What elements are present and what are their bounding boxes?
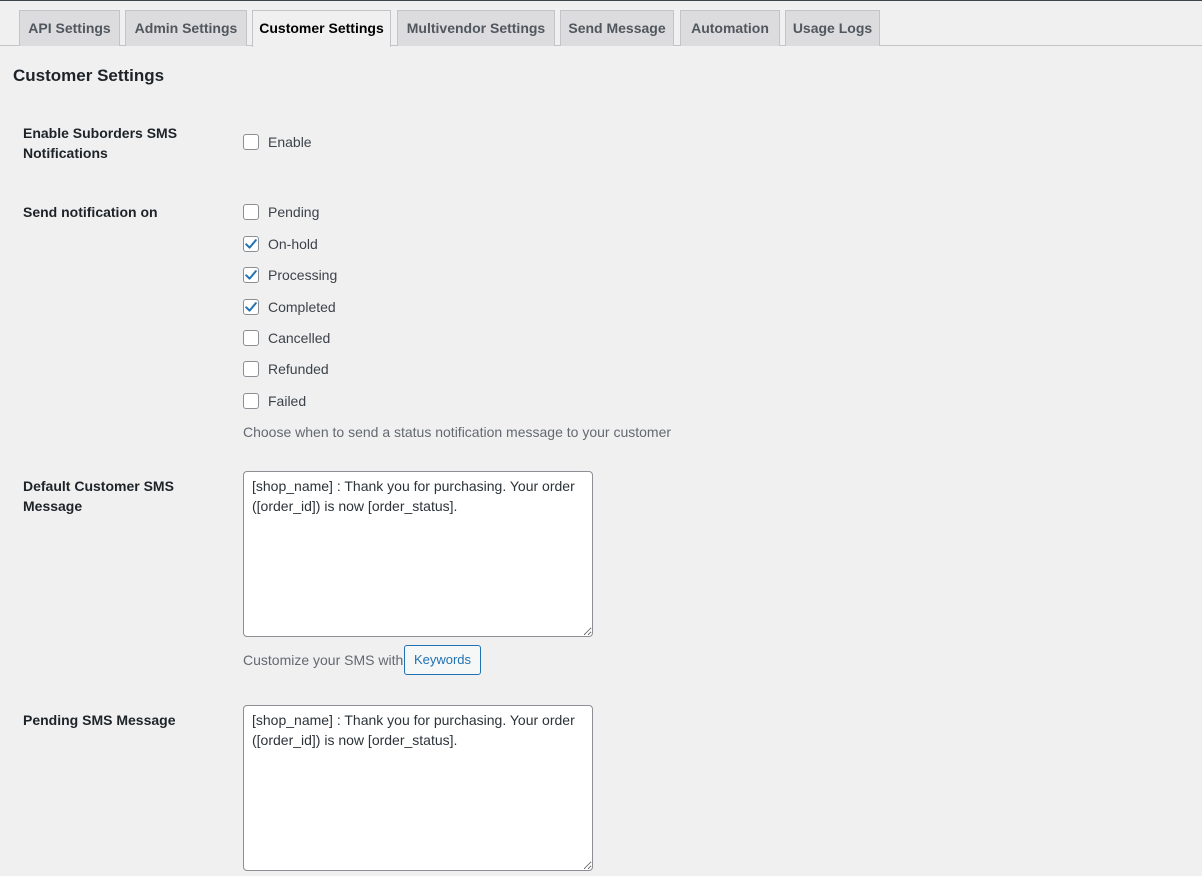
status-option-completed: Completed — [243, 297, 336, 317]
pending-label[interactable]: Pending — [268, 204, 319, 220]
send-notification-label: Send notification on — [23, 204, 158, 220]
suborders-enable-checkbox[interactable] — [243, 134, 259, 150]
cancelled-checkbox[interactable] — [243, 330, 259, 346]
failed-checkbox[interactable] — [243, 393, 259, 409]
suborders-enable-label[interactable]: Enable — [268, 134, 312, 150]
processing-checkbox[interactable] — [243, 267, 259, 283]
tab-api-settings[interactable]: API Settings — [19, 10, 120, 46]
tab-multivendor-settings[interactable]: Multivendor Settings — [397, 10, 555, 46]
cancelled-label[interactable]: Cancelled — [268, 330, 330, 346]
status-option-processing: Processing — [243, 265, 337, 285]
checkmark-icon — [245, 239, 257, 249]
on-hold-label[interactable]: On-hold — [268, 236, 318, 252]
keywords-button[interactable]: Keywords — [404, 645, 481, 675]
processing-label[interactable]: Processing — [268, 267, 337, 283]
completed-label[interactable]: Completed — [268, 299, 336, 315]
pending-checkbox[interactable] — [243, 204, 259, 220]
tab-usage-logs[interactable]: Usage Logs — [785, 10, 880, 46]
failed-label[interactable]: Failed — [268, 393, 306, 409]
tab-automation[interactable]: Automation — [680, 10, 780, 46]
default-message-label: Default Customer SMS Message — [23, 478, 174, 514]
pending-message-textarea[interactable]: [shop_name] : Thank you for purchasing. … — [243, 705, 593, 871]
suborders-enable-row: Enable — [243, 132, 312, 152]
default-message-textarea[interactable]: [shop_name] : Thank you for purchasing. … — [243, 471, 593, 637]
tab-customer-settings[interactable]: Customer Settings — [252, 10, 391, 47]
pending-message-label: Pending SMS Message — [23, 712, 176, 728]
tab-admin-settings[interactable]: Admin Settings — [125, 10, 247, 46]
checkmark-icon — [245, 302, 257, 312]
completed-checkbox[interactable] — [243, 299, 259, 315]
status-option-cancelled: Cancelled — [243, 328, 330, 348]
page-title: Customer Settings — [13, 66, 165, 85]
status-option-refunded: Refunded — [243, 359, 329, 379]
suborders-label: Enable Suborders SMS Notifications — [23, 125, 178, 161]
status-option-failed: Failed — [243, 391, 306, 411]
refunded-label[interactable]: Refunded — [268, 361, 329, 377]
status-option-pending: Pending — [243, 202, 319, 222]
checkmark-icon — [245, 270, 257, 280]
status-option-on-hold: On-hold — [243, 234, 318, 254]
send-notification-hint: Choose when to send a status notificatio… — [243, 424, 672, 440]
customize-hint: Customize your SMS with — [243, 652, 404, 668]
tab-send-message[interactable]: Send Message — [560, 10, 674, 46]
refunded-checkbox[interactable] — [243, 361, 259, 377]
on-hold-checkbox[interactable] — [243, 236, 259, 252]
settings-tabs: API Settings Admin Settings Customer Set… — [0, 0, 1202, 47]
